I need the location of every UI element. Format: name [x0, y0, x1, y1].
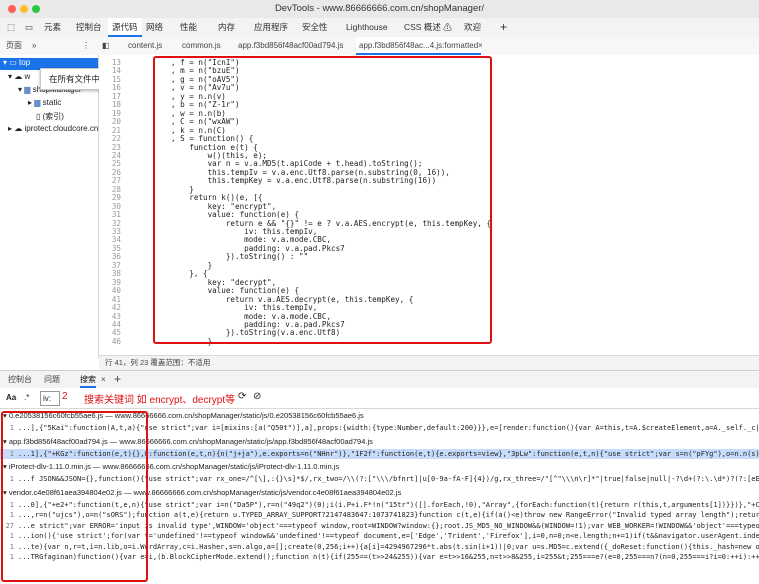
expand-arrow-icon: ▾ — [18, 85, 23, 94]
cursor-position: 行 41，列 23 覆盖范围：不适用 — [105, 358, 211, 367]
more-navigators-icon[interactable]: » — [32, 37, 36, 55]
file-tab-common-js[interactable]: common.js — [182, 37, 221, 55]
collapse-arrow-icon: ▸ — [8, 124, 13, 133]
tab-sources[interactable]: 源代码 — [108, 18, 142, 37]
results-highlight-box — [1, 411, 148, 582]
tab-welcome[interactable]: 欢迎 — [464, 18, 481, 37]
expand-arrow-icon: ▾ — [8, 72, 13, 81]
tab-network[interactable]: 网络 — [146, 18, 163, 37]
kebab-menu-icon[interactable]: ⋮ — [82, 37, 90, 55]
page-navigator-tab[interactable]: 页面 — [6, 37, 22, 55]
folder-icon: ▆ — [34, 98, 41, 107]
drawer-tab-bar: 控制台 问题 搜索 × + — [0, 370, 759, 389]
file-navigator: ▾ ▭ top ▾ ☁ w ▾ ▆ shopManager ▸ ▆ static… — [0, 55, 99, 358]
tab-lighthouse[interactable]: Lighthouse — [346, 18, 388, 37]
search-annotation: 搜索关键词 如 encrypt、decrypt等 — [84, 395, 236, 406]
refresh-icon[interactable]: ⟳ — [238, 391, 246, 402]
tab-css-overview[interactable]: CSS 概述 ⚠ — [404, 18, 452, 37]
close-tab-icon[interactable]: × — [478, 37, 483, 55]
tab-performance[interactable]: 性能 — [180, 18, 197, 37]
tree-item-static[interactable]: ▸ ▆ static — [28, 98, 61, 107]
code-highlight-box — [153, 56, 492, 344]
file-icon: ▯ — [36, 112, 41, 121]
folder-icon: ▆ — [24, 85, 31, 94]
tab-console[interactable]: 控制台 — [76, 18, 102, 37]
regex-toggle[interactable]: .* — [24, 393, 29, 402]
line-number[interactable]: 46 — [112, 337, 121, 346]
add-tab-icon[interactable]: + — [500, 18, 507, 37]
window-titlebar: DevTools - www.86666666.com.cn/shopManag… — [0, 0, 759, 19]
line-number-gutter: 13 14 15 16 17 18 19 20 21 22 23 24 25 26 27 28 29 30 31 32… — [99, 55, 123, 358]
search-bar: Aa .* iv: 2 搜索关键词 如 encrypt、decrypt等 ⟳ ⊘ — [0, 388, 759, 409]
collapse-arrow-icon: ▸ — [28, 98, 33, 107]
clear-icon[interactable]: ⊘ — [253, 391, 261, 402]
tree-item-index[interactable]: ▯ (索引) — [36, 111, 64, 122]
close-drawer-tab-icon[interactable]: × — [101, 371, 106, 388]
frame-icon: ▭ — [9, 58, 17, 67]
tree-item-www[interactable]: ▾ ☁ w — [8, 72, 30, 81]
main-panel-tabs: ⬚ ▭ 元素 控制台 源代码 网络 性能 内存 应用程序 安全性 Lightho… — [0, 18, 759, 38]
drawer-tab-console[interactable]: 控制台 — [8, 371, 32, 388]
editor-status-bar: 行 41，列 23 覆盖范围：不适用 — [99, 355, 759, 370]
tab-elements[interactable]: 元素 — [44, 18, 61, 37]
expand-arrow-icon: ▾ — [3, 58, 8, 67]
drawer-tab-issues[interactable]: 问题 — [44, 371, 60, 388]
tab-application[interactable]: 应用程序 — [254, 18, 288, 37]
match-case-toggle[interactable]: Aa — [6, 393, 16, 402]
search-input[interactable]: iv: — [40, 391, 60, 406]
toggle-sidebar-icon[interactable]: ◧ — [102, 37, 110, 55]
tab-memory[interactable]: 内存 — [218, 18, 235, 37]
drawer-tab-search[interactable]: 搜索 — [80, 371, 96, 388]
tree-item-iprotect[interactable]: ▸ ☁ iprotect.cloudcore.cn — [8, 124, 98, 133]
add-drawer-tab-icon[interactable]: + — [114, 371, 121, 388]
file-tab-app-formatted[interactable]: app.f3bd856f48ac...4.js:formatted — [356, 37, 482, 55]
file-tab-content-js[interactable]: content.js — [128, 37, 162, 55]
cloud-icon: ☁ — [14, 72, 23, 81]
window-title: DevTools - www.86666666.com.cn/shopManag… — [274, 3, 485, 14]
device-toolbar-icon[interactable]: ▭ — [22, 18, 36, 37]
inspect-icon[interactable]: ⬚ — [4, 18, 18, 37]
cloud-icon: ☁ — [14, 124, 23, 133]
annotation-number-2: 2 — [62, 391, 68, 402]
tab-security[interactable]: 安全性 — [302, 18, 328, 37]
file-tab-app-js[interactable]: app.f3bd856f48acf00ad794.js — [238, 37, 343, 55]
sources-subtab-row: 页面 » ⋮ ◧ content.js common.js app.f3bd85… — [0, 37, 759, 56]
